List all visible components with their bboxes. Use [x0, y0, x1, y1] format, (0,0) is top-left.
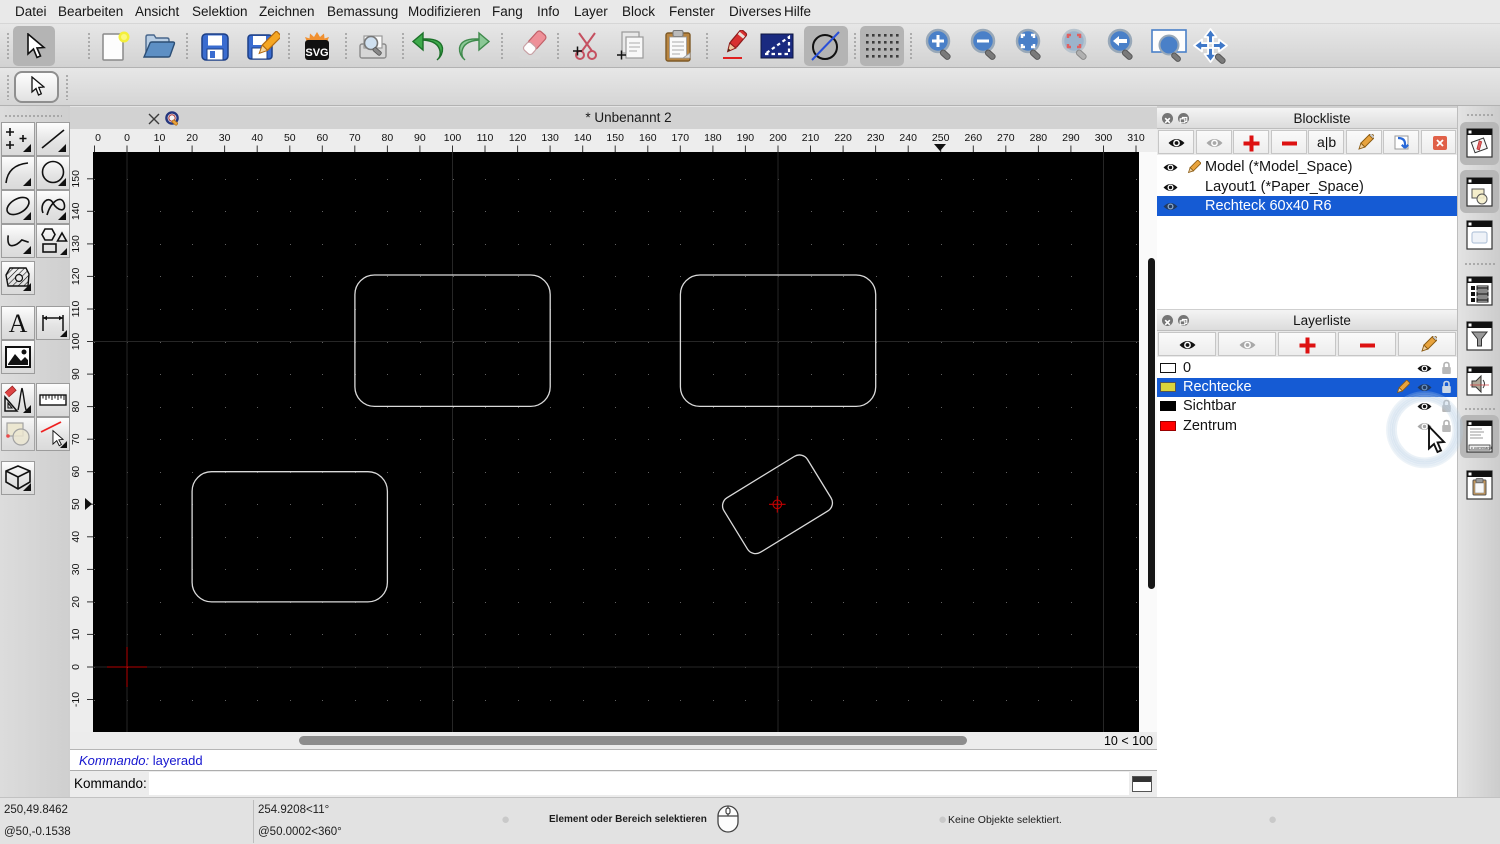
svg-text:130: 130 [70, 235, 82, 253]
svg-text:SVG: SVG [305, 47, 328, 59]
svg-text:0: 0 [70, 664, 82, 670]
svg-text:-10: -10 [70, 692, 82, 707]
svg-text:70: 70 [349, 132, 361, 144]
svg-text:30: 30 [219, 132, 231, 144]
svg-text:20: 20 [186, 132, 198, 144]
svg-text:80: 80 [70, 401, 82, 413]
svg-text:90: 90 [414, 132, 426, 144]
svg-text:270: 270 [997, 132, 1015, 144]
svg-text:190: 190 [737, 132, 755, 144]
svg-text:260: 260 [965, 132, 983, 144]
svg-text:180: 180 [704, 132, 722, 144]
svg-text:90: 90 [70, 368, 82, 380]
svg-text:80: 80 [382, 132, 394, 144]
svg-text:0: 0 [124, 132, 130, 144]
svg-text:120: 120 [70, 267, 82, 285]
svg-text:140: 140 [70, 202, 82, 220]
svg-text:60: 60 [70, 466, 82, 478]
svg-text:240: 240 [899, 132, 917, 144]
svg-text:160: 160 [639, 132, 657, 144]
svg-text:110: 110 [70, 300, 82, 317]
svg-text:50: 50 [70, 498, 82, 510]
svg-text:30: 30 [70, 563, 82, 575]
svg-text:120: 120 [509, 132, 527, 144]
svg-text:140: 140 [574, 132, 592, 144]
svg-text:A: A [9, 309, 28, 338]
svg-text:280: 280 [1030, 132, 1048, 144]
svg-text:110: 110 [477, 132, 494, 144]
svg-text:150: 150 [606, 132, 624, 144]
svg-text:50: 50 [284, 132, 296, 144]
svg-text:10: 10 [70, 628, 82, 640]
svg-text:230: 230 [867, 132, 885, 144]
svg-text:10: 10 [154, 132, 166, 144]
svg-text:290: 290 [1062, 132, 1080, 144]
svg-text:300: 300 [1095, 132, 1113, 144]
svg-text:100: 100 [70, 333, 82, 351]
svg-text:0: 0 [95, 132, 101, 144]
svg-text:250: 250 [932, 132, 950, 144]
svg-text:150: 150 [70, 170, 82, 188]
svg-text:170: 170 [672, 132, 690, 144]
svg-text:20: 20 [70, 596, 82, 608]
svg-text:220: 220 [834, 132, 852, 144]
svg-text:100: 100 [444, 132, 462, 144]
svg-text:210: 210 [802, 132, 820, 144]
svg-text:60: 60 [316, 132, 328, 144]
svg-text:130: 130 [541, 132, 559, 144]
svg-text:40: 40 [70, 531, 82, 543]
svg-text:200: 200 [769, 132, 787, 144]
svg-text:70: 70 [70, 433, 82, 445]
svg-text:40: 40 [251, 132, 263, 144]
svg-text:310: 310 [1127, 132, 1145, 144]
